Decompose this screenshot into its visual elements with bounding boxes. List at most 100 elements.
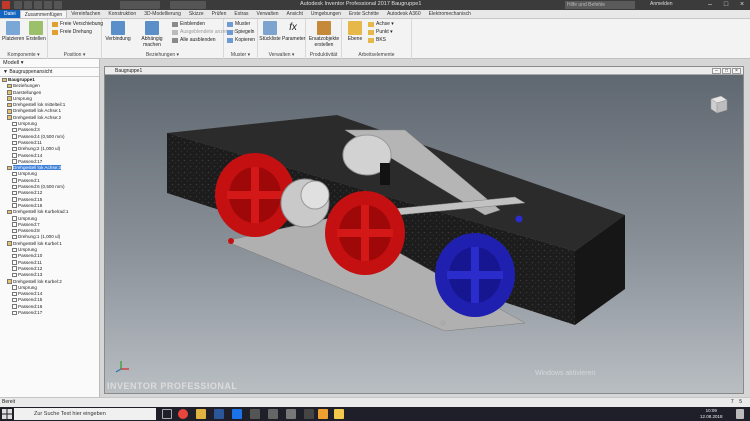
vlc-icon[interactable] bbox=[318, 409, 328, 419]
free-move-button[interactable]: Freie Verschiebung bbox=[52, 21, 103, 28]
ribbon-tab-5[interactable]: Skizze bbox=[185, 10, 208, 18]
bom-button[interactable]: Stückliste bbox=[259, 21, 281, 42]
ribbon-tab-7[interactable]: Extras bbox=[230, 10, 252, 18]
quick-access-open-icon[interactable] bbox=[24, 1, 32, 9]
help-search-input[interactable]: Hilfe und Befehle durchsuchen bbox=[565, 1, 635, 16]
app-icon-4[interactable] bbox=[304, 409, 314, 419]
axis-icon bbox=[368, 22, 374, 27]
component-icon bbox=[7, 96, 12, 101]
status-counts: 7 5 bbox=[730, 399, 742, 405]
ribbon-tab-6[interactable]: Prüfen bbox=[208, 10, 231, 18]
quick-access-undo-icon[interactable] bbox=[44, 1, 52, 9]
plane-button[interactable]: Ebene bbox=[344, 21, 366, 42]
browser-title[interactable]: Modell ▾ bbox=[0, 59, 99, 68]
hide-all-button[interactable]: Alle ausblenden bbox=[172, 37, 216, 44]
mirror-button[interactable]: Spiegeln bbox=[227, 29, 254, 36]
create-button[interactable]: Erstellen bbox=[25, 21, 47, 42]
group-label: Beziehungen ▾ bbox=[145, 52, 180, 58]
sign-in-link[interactable]: Anmelden bbox=[650, 1, 673, 7]
constraint-icon bbox=[12, 291, 17, 297]
tree-item[interactable]: Passend:17 bbox=[0, 310, 99, 316]
doc-restore-icon[interactable]: □ bbox=[722, 68, 731, 74]
pin-blue bbox=[515, 215, 523, 223]
point-button[interactable]: Punkt ▾ bbox=[368, 29, 393, 36]
axis-button[interactable]: Achse ▾ bbox=[368, 21, 394, 28]
taskbar-search-input[interactable]: Zur Suche Text hier eingeben bbox=[14, 408, 156, 420]
app-icon[interactable] bbox=[2, 1, 10, 9]
app-icon-1[interactable] bbox=[250, 409, 260, 419]
view-selector[interactable]: Baugruppenansicht bbox=[9, 69, 52, 75]
ribbon-tab-0[interactable]: Datei bbox=[0, 10, 20, 18]
group-position: Freie Verschiebung Freie Drehung Positio… bbox=[48, 19, 103, 59]
inventor-taskbar-icon[interactable] bbox=[334, 409, 344, 419]
ribbon-tab-9[interactable]: Ansicht bbox=[283, 10, 307, 18]
tree-item-label: Passend:16 bbox=[18, 303, 43, 309]
graphics-viewport[interactable]: Windows aktivieren INVENTOR PROFESSIONAL bbox=[105, 75, 743, 393]
tree-item-label: Passend:1 bbox=[18, 177, 40, 183]
component-icon bbox=[2, 77, 7, 83]
joint-button[interactable]: Verbindung bbox=[104, 21, 132, 42]
create-substitutes-button[interactable]: Ersatzobjekte erstellen bbox=[308, 21, 340, 48]
viewcube[interactable] bbox=[707, 93, 729, 115]
ribbon-tab-12[interactable]: Autodesk A360 bbox=[383, 10, 425, 18]
show-button[interactable]: Einblenden bbox=[172, 21, 205, 28]
task-view-icon[interactable] bbox=[162, 409, 172, 419]
copy-icon bbox=[227, 38, 233, 43]
minimize-icon[interactable]: – bbox=[702, 0, 718, 10]
clock[interactable]: 10:09 12.08.2018 bbox=[700, 408, 723, 420]
quick-access-save-icon[interactable] bbox=[34, 1, 42, 9]
constraint-icon bbox=[12, 266, 17, 271]
doc-minimize-icon[interactable]: – bbox=[712, 68, 721, 74]
close-icon[interactable]: × bbox=[734, 0, 750, 10]
ribbon-tab-8[interactable]: Verwalten bbox=[253, 10, 283, 18]
free-rotate-button[interactable]: Freie Drehung bbox=[52, 29, 92, 36]
ribbon-tab-2[interactable]: Vereinfachen bbox=[67, 10, 104, 18]
quick-access-redo-icon[interactable] bbox=[54, 1, 62, 9]
constraint-icon bbox=[12, 253, 17, 259]
doc-close-icon[interactable]: × bbox=[732, 68, 741, 74]
group-verwalten: Stückliste fx Parameter Verwalten ▾ bbox=[258, 19, 306, 59]
pattern-icon bbox=[227, 22, 233, 27]
tree-item-label: Drehgestell lok Kurbelrad:1 bbox=[13, 209, 69, 215]
parameters-button[interactable]: fx Parameter bbox=[282, 21, 305, 42]
bogie-model[interactable] bbox=[105, 75, 743, 393]
notifications-icon[interactable] bbox=[736, 409, 744, 419]
chrome-icon[interactable] bbox=[178, 409, 188, 419]
windows-start-icon[interactable] bbox=[2, 409, 12, 419]
tree-item-label: Passend:12 bbox=[18, 190, 43, 196]
show-icon bbox=[172, 22, 178, 27]
store-icon[interactable] bbox=[232, 409, 242, 419]
tree-item-label: Ursprung bbox=[18, 171, 37, 177]
constraint-icon bbox=[12, 222, 17, 227]
constrain-button[interactable]: Abhängig machen bbox=[132, 21, 172, 48]
ribbon-tab-3[interactable]: Konstruktion bbox=[104, 10, 140, 18]
explorer-icon[interactable] bbox=[196, 409, 206, 419]
component-icon bbox=[7, 165, 12, 171]
tree-item-label: Passend:3 bbox=[18, 127, 40, 133]
maximize-icon[interactable]: □ bbox=[718, 0, 734, 10]
tree-item-label: Ursprung bbox=[18, 121, 37, 127]
ribbon-tab-1[interactable]: Zusammenfügen bbox=[19, 10, 68, 18]
tree-item-label: Ursprung bbox=[18, 247, 37, 253]
tree-item-label: Drehgestell lok Achse:1 bbox=[13, 108, 62, 114]
ribbon-tab-11[interactable]: Erste Schritte bbox=[345, 10, 383, 18]
pattern-button[interactable]: Muster bbox=[227, 21, 250, 28]
quick-access-new-icon[interactable] bbox=[14, 1, 22, 9]
pin bbox=[380, 163, 390, 185]
constraint-icon bbox=[12, 228, 17, 234]
ribbon-tab-13[interactable]: Elektromechanisch bbox=[425, 10, 475, 18]
bom-icon bbox=[263, 21, 277, 35]
tree-item-label: Passend:15 bbox=[18, 196, 43, 202]
app-icon-3[interactable] bbox=[286, 409, 296, 419]
ribbon-tab-10[interactable]: Umgebungen bbox=[307, 10, 345, 18]
place-button[interactable]: Platzieren bbox=[2, 21, 24, 42]
material-dropdown[interactable] bbox=[120, 1, 160, 9]
tree-item-label: Drehgestell lok Kurbel:2 bbox=[13, 278, 62, 284]
group-komponente: Platzieren Erstellen Komponente ▾ bbox=[0, 19, 48, 59]
copy-button[interactable]: Kopieren bbox=[227, 37, 255, 44]
ucs-button[interactable]: BKS bbox=[368, 37, 386, 44]
word-icon[interactable] bbox=[214, 409, 224, 419]
appearance-dropdown[interactable] bbox=[170, 1, 206, 9]
ribbon-tab-4[interactable]: 3D-Modellierung bbox=[140, 10, 185, 18]
app-icon-2[interactable] bbox=[268, 409, 278, 419]
